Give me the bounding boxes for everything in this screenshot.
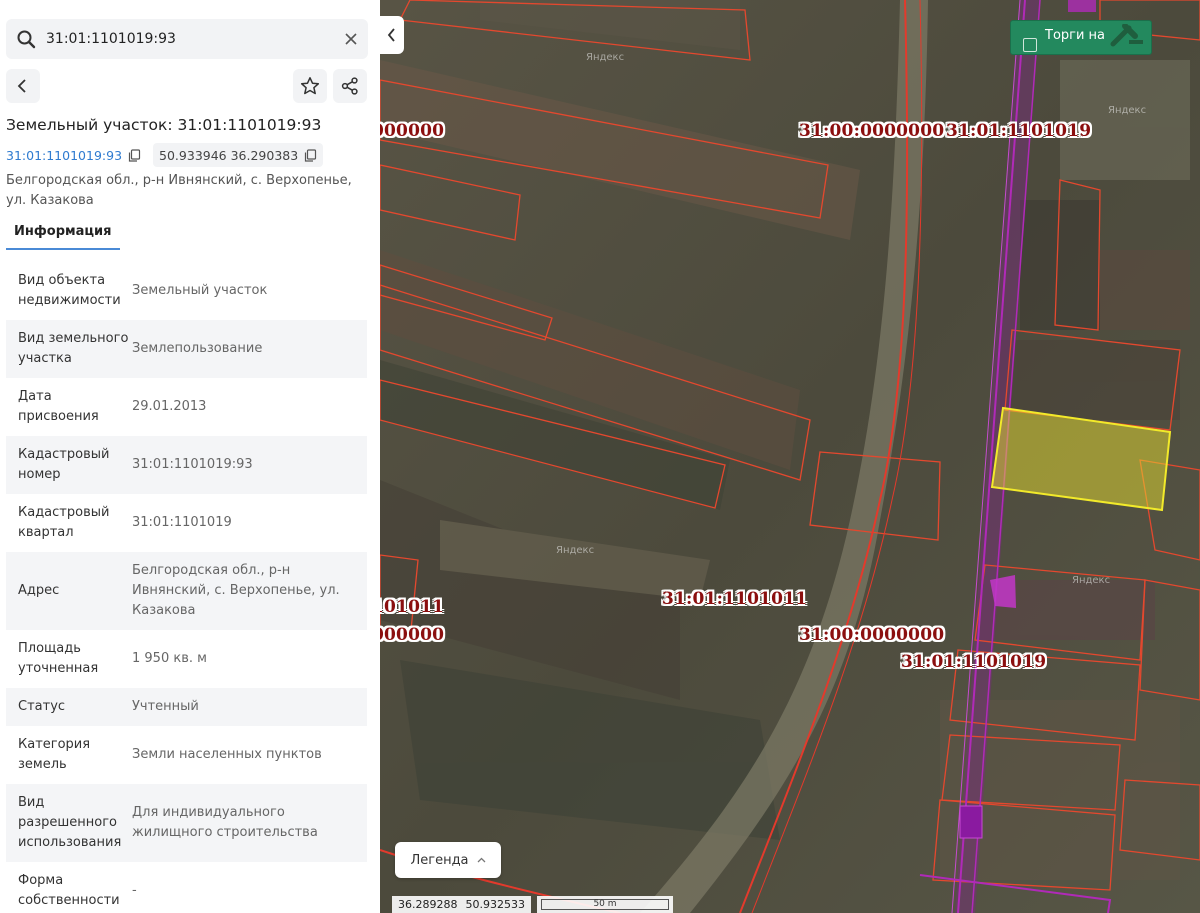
property-value: Для индивидуального жилищного строительс… xyxy=(132,805,318,840)
share-button[interactable] xyxy=(333,69,367,103)
map-watermark: Яндекс xyxy=(556,545,595,556)
property-value: 31:01:1101019:93 xyxy=(132,457,253,472)
collapse-panel-button[interactable] xyxy=(380,16,404,54)
hammer-icon xyxy=(1110,24,1143,47)
legend-button[interactable]: Легенда xyxy=(395,842,501,878)
map-cadastral-label: 31:00:0000000 xyxy=(799,121,945,141)
auctions-checkbox[interactable] xyxy=(1023,37,1037,52)
search-icon xyxy=(8,19,44,59)
coordinates-text: 50.933946 36.290383 xyxy=(159,147,299,163)
info-panel: Земельный участок: 31:01:1101019:93 31:0… xyxy=(0,0,380,913)
cursor-longitude: 36.289288 xyxy=(398,897,458,911)
property-key: Вид объекта недвижимости xyxy=(18,273,121,308)
search-input[interactable] xyxy=(44,21,334,57)
back-button[interactable] xyxy=(6,69,40,103)
map-cadastral-label: 31:01:1101011 xyxy=(662,589,808,609)
property-row: Площадь уточненная 1 950 кв. м xyxy=(6,630,367,688)
map-cadastral-label: 000000 xyxy=(380,121,445,141)
cadastral-number-text: 31:01:1101019:93 xyxy=(6,147,123,163)
scale-bar: 50 m xyxy=(537,895,673,913)
tab-bar: Информация xyxy=(6,220,120,250)
identifier-chips: 31:01:1101019:93 50.933946 36.290383 xyxy=(6,143,324,167)
property-row: Вид объекта недвижимости Земельный участо… xyxy=(6,262,367,320)
property-key: Кадастровый квартал xyxy=(18,505,110,540)
auctions-toggle[interactable]: Торги на xyxy=(1010,20,1152,55)
property-row: Кадастровый квартал 31:01:1101019 xyxy=(6,494,367,552)
map-view[interactable]: Яндекс Яндекс Яндекс Яндекс 31:00:000000… xyxy=(380,0,1200,913)
property-row: Статус Учтенный xyxy=(6,688,367,726)
map-cadastral-label: 31:00:0000000 xyxy=(799,625,945,645)
property-key: Статус xyxy=(18,699,66,714)
property-value: Землепользование xyxy=(132,341,263,356)
star-icon xyxy=(300,77,320,95)
property-row: Форма собственности - xyxy=(6,862,367,913)
chevron-up-icon xyxy=(477,857,485,863)
property-value: 31:01:1101019 xyxy=(132,515,232,530)
property-value: Учтенный xyxy=(132,699,199,714)
property-row: Вид земельного участка Землепользование xyxy=(6,320,367,378)
property-key: Категория земель xyxy=(18,737,91,772)
property-row: Кадастровый номер 31:01:1101019:93 xyxy=(6,436,367,494)
object-address: Белгородская обл., р-н Ивнянский, с. Вер… xyxy=(6,173,352,208)
property-row: Категория земель Земли населенных пунктов xyxy=(6,726,367,784)
map-cadastral-label: 101011 xyxy=(380,597,445,617)
map-cadastral-label: 000000 xyxy=(380,625,445,645)
cursor-latitude: 50.932533 xyxy=(465,897,526,911)
property-value: 1 950 кв. м xyxy=(132,651,207,666)
map-status-bar: 36.289288 50.932533 50 m xyxy=(392,895,673,913)
property-value: Земли населенных пунктов xyxy=(132,747,322,762)
property-row: Дата присвоения 29.01.2013 xyxy=(6,378,367,436)
map-cadastral-label: 31:01:1101019 xyxy=(901,652,1047,672)
legend-label: Легенда xyxy=(410,852,469,868)
chevron-left-icon xyxy=(17,79,26,93)
map-watermark: Яндекс xyxy=(586,52,625,63)
property-key: Вид разрешенного использования xyxy=(18,795,122,850)
tab-information[interactable]: Информация xyxy=(6,221,120,250)
map-watermark: Яндекс xyxy=(1108,105,1147,116)
close-icon[interactable] xyxy=(334,19,368,59)
property-key: Адрес xyxy=(18,583,60,598)
property-key: Площадь уточненная xyxy=(18,641,99,676)
map-cadastral-label: 31:01:1101019 xyxy=(946,121,1092,141)
properties-table: Вид объекта недвижимости Земельный участо… xyxy=(6,262,367,913)
property-key: Кадастровый номер xyxy=(18,447,110,482)
auctions-label: Торги на xyxy=(1045,28,1106,43)
property-row: Адрес Белгородская обл., р-н Ивнянский, с… xyxy=(6,552,367,630)
scale-label: 50 m xyxy=(593,899,617,909)
coordinates-chip[interactable]: 50.933946 36.290383 xyxy=(153,143,324,167)
property-value: Земельный участок xyxy=(132,283,268,298)
property-key: Форма собственности xyxy=(18,873,120,908)
copy-icon xyxy=(128,148,141,162)
cursor-coordinates: 36.289288 50.932533 xyxy=(392,895,531,913)
property-value: 29.01.2013 xyxy=(132,399,207,414)
property-value: - xyxy=(132,883,137,898)
favorite-button[interactable] xyxy=(293,69,327,103)
search-bar[interactable] xyxy=(6,19,368,59)
cadastral-number-chip[interactable]: 31:01:1101019:93 xyxy=(6,143,147,167)
property-value: Белгородская обл., р-н Ивнянский, с. Вер… xyxy=(132,563,340,618)
property-key: Дата присвоения xyxy=(18,389,99,424)
property-key: Вид земельного участка xyxy=(18,331,129,366)
map-watermark: Яндекс xyxy=(1072,575,1111,586)
chevron-left-icon xyxy=(387,28,395,42)
copy-icon xyxy=(305,148,317,162)
object-title: Земельный участок: 31:01:1101019:93 xyxy=(6,116,322,134)
property-row: Вид разрешенного использования Для индиви… xyxy=(6,784,367,862)
share-icon xyxy=(341,77,358,95)
